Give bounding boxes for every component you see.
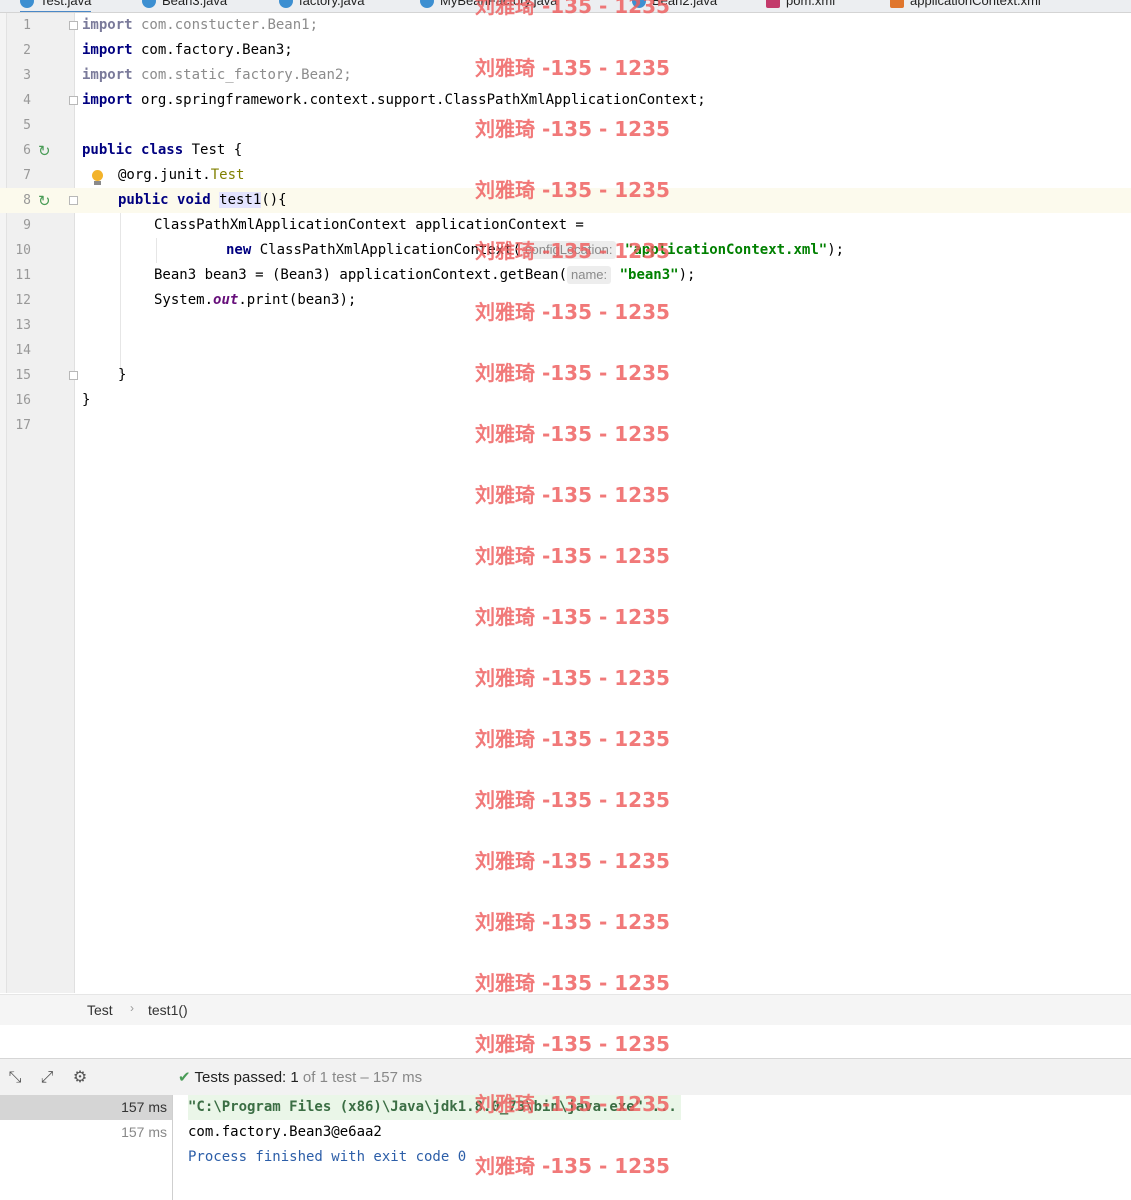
expand-icon[interactable]: ⤢ <box>37 1067 57 1087</box>
code-line: System.out.print(bean3); <box>154 292 357 308</box>
tab-factory-java[interactable]: factory.java <box>279 0 365 11</box>
tab-test-java[interactable]: Test.java <box>20 0 92 12</box>
fold-marker[interactable] <box>69 196 78 205</box>
check-icon: ✔ <box>178 1068 191 1086</box>
java-class-icon <box>142 0 156 8</box>
line-number: 14 <box>15 343 31 358</box>
fold-marker[interactable] <box>69 371 78 380</box>
panel-gap <box>0 1025 1131 1058</box>
gear-icon[interactable]: ⚙ <box>70 1067 90 1087</box>
line-number: 11 <box>15 268 31 283</box>
tab-bean3-java[interactable]: Bean3.java <box>142 0 227 11</box>
lightbulb-icon[interactable] <box>91 170 103 186</box>
run-test-icon[interactable]: ↻ <box>38 193 54 209</box>
tab-bean2-java[interactable]: Bean2.java <box>632 0 717 11</box>
code-editor[interactable]: 1 2 3 4 5 6 7 8 9 10 11 12 13 14 15 16 1… <box>0 13 1131 993</box>
console-exit-line: Process finished with exit code 0 <box>188 1149 467 1165</box>
test-tree-row[interactable]: 157 ms <box>0 1120 172 1145</box>
line-number: 17 <box>15 418 31 433</box>
breadcrumb: Test › test1() <box>0 994 1131 1026</box>
tab-mybeanfactory-java[interactable]: MyBeanFactory.java <box>420 0 558 11</box>
parameter-hint: name: <box>567 266 612 284</box>
breadcrumb-class[interactable]: Test <box>87 1002 113 1018</box>
editor-tab-strip: Test.java Bean3.java factory.java MyBean… <box>0 0 1131 13</box>
code-line: } <box>82 392 91 408</box>
line-number: 5 <box>23 118 31 133</box>
test-status-detail: of 1 test – 157 ms <box>302 1069 423 1086</box>
run-console[interactable]: "C:\Program Files (x86)\Java\jdk1.8.0_73… <box>173 1095 1131 1200</box>
java-class-icon <box>420 0 434 8</box>
test-tree-row[interactable]: 157 ms <box>0 1095 172 1120</box>
xml-file-icon <box>890 0 904 8</box>
chevron-right-icon: › <box>130 1001 134 1015</box>
code-line: public class Test { <box>82 142 243 158</box>
line-number: 8 <box>23 193 31 208</box>
code-line: import com.constucter.Bean1; <box>82 17 319 33</box>
console-output-line: com.factory.Bean3@e6aa2 <box>188 1124 382 1140</box>
maven-icon <box>766 0 780 8</box>
test-results-tree: 157 ms 157 ms <box>0 1095 173 1200</box>
line-number: 2 <box>23 43 31 58</box>
line-number: 12 <box>15 293 31 308</box>
test-duration: 157 ms <box>121 1099 167 1115</box>
tab-pom-xml[interactable]: pom.xml <box>766 0 835 11</box>
code-line: ClassPathXmlApplicationContext applicati… <box>154 217 584 233</box>
fold-marker[interactable] <box>69 21 78 30</box>
run-toolbar: ⤡ ⤢ ⚙ ✔ Tests passed: 1 of 1 test – 157 … <box>0 1058 1131 1096</box>
code-line: import com.static_factory.Bean2; <box>82 67 352 83</box>
test-status-label: Tests passed: <box>194 1069 287 1086</box>
code-line: import com.factory.Bean3; <box>82 42 293 58</box>
code-line: import org.springframework.context.suppo… <box>82 92 706 108</box>
parameter-hint: configLocation: <box>521 241 617 259</box>
editor-left-edge <box>0 13 7 993</box>
run-test-icon[interactable]: ↻ <box>38 143 54 159</box>
tab-applicationcontext-xml[interactable]: applicationContext.xml <box>890 0 1041 11</box>
java-class-icon <box>632 0 646 8</box>
code-line: Bean3 bean3 = (Bean3) applicationContext… <box>154 266 696 284</box>
java-class-icon <box>20 0 34 8</box>
line-number: 4 <box>23 93 31 108</box>
code-line: public void test1(){ <box>118 192 287 208</box>
line-number: 6 <box>23 143 31 158</box>
test-duration: 157 ms <box>121 1124 167 1140</box>
line-number: 10 <box>15 243 31 258</box>
code-line: } <box>118 367 127 383</box>
test-status: ✔ Tests passed: 1 of 1 test – 157 ms <box>178 1068 422 1086</box>
indent-guide <box>120 213 121 373</box>
line-number: 16 <box>15 393 31 408</box>
java-class-icon <box>279 0 293 8</box>
line-number: 3 <box>23 68 31 83</box>
code-line: new ClassPathXmlApplicationContext(confi… <box>226 241 845 259</box>
line-number: 7 <box>23 168 31 183</box>
fold-marker[interactable] <box>69 96 78 105</box>
line-number: 15 <box>15 368 31 383</box>
collapse-all-icon[interactable]: ⤡ <box>5 1067 25 1087</box>
line-number: 9 <box>23 218 31 233</box>
code-line: @org.junit.Test <box>118 167 245 183</box>
console-command-line: "C:\Program Files (x86)\Java\jdk1.8.0_73… <box>188 1095 681 1120</box>
breadcrumb-method[interactable]: test1() <box>148 1002 188 1018</box>
line-number: 13 <box>15 318 31 333</box>
indent-guide <box>156 238 157 263</box>
test-status-count: 1 <box>290 1069 299 1086</box>
line-number: 1 <box>23 18 31 33</box>
